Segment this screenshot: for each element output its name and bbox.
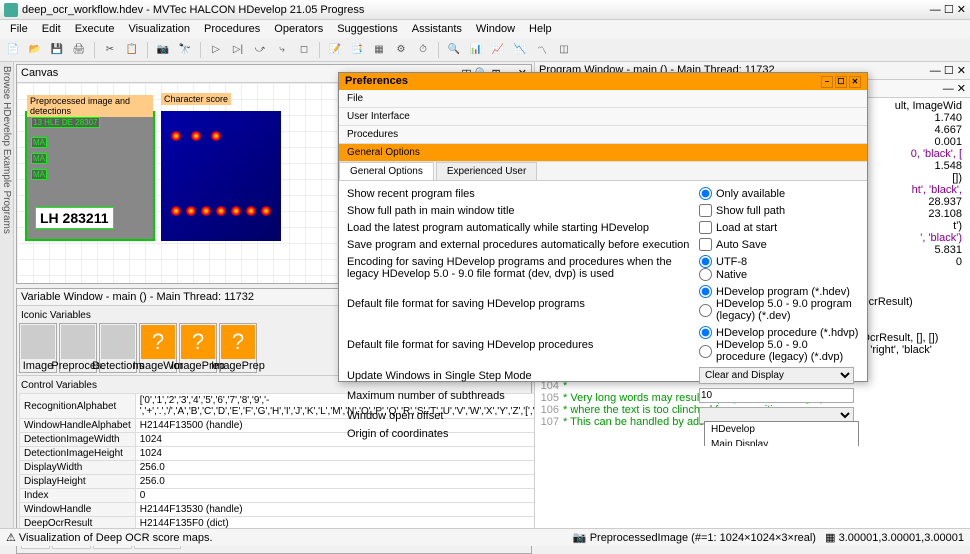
proc-icon[interactable]: ⚙ (392, 41, 410, 59)
license-plate: LH 283211 (35, 207, 114, 229)
only-available-radio[interactable] (699, 187, 712, 200)
max-icon[interactable]: ☐ (835, 76, 847, 88)
status-right: 3.00001,3.00001,3.00001 (839, 532, 964, 544)
preferences-dialog: Preferences –☐✕ File User Interface Proc… (338, 72, 868, 382)
canvas-title: Canvas (21, 67, 58, 80)
dialog-title: Preferences (345, 75, 408, 88)
close-tab[interactable]: — ✕ (943, 82, 966, 95)
prog-controls[interactable]: — ☐ ✕ (930, 64, 966, 77)
thumb-2[interactable]: Detections (99, 323, 137, 373)
chart4-icon[interactable]: 〽 (533, 41, 551, 59)
nav-proc[interactable]: Procedures (339, 126, 867, 144)
camera-icon[interactable]: 📷 (154, 41, 172, 59)
dd-hdevelop[interactable]: HDevelop (705, 422, 858, 437)
loadlast-check[interactable] (699, 221, 712, 234)
close-icon[interactable]: ✕ (849, 76, 861, 88)
table-row[interactable]: Index0 (20, 489, 606, 503)
copy-btn[interactable]: 📋 (123, 41, 141, 59)
preprocessed-image[interactable]: Preprocessed image and detections 13 HLE… (25, 111, 155, 241)
stop-btn[interactable]: ◻ (295, 41, 313, 59)
hdev-radio[interactable] (699, 285, 712, 298)
pixel-icon[interactable]: ◫ (555, 41, 573, 59)
menu-visualization[interactable]: Visualization (122, 22, 196, 36)
list-icon[interactable]: 📑 (348, 41, 366, 59)
tab-general[interactable]: General Options (339, 162, 434, 180)
table-row[interactable]: DisplayHeight256.0 (20, 475, 606, 489)
autosave-check[interactable] (699, 238, 712, 251)
min-icon[interactable]: – (821, 76, 833, 88)
step-over-btn[interactable]: ⤻ (251, 41, 269, 59)
score-image[interactable]: Character score (161, 111, 281, 241)
step-btn[interactable]: ▷| (229, 41, 247, 59)
table-row[interactable]: WindowHandleH2144F13530 (handle) (20, 503, 606, 517)
status-left: Visualization of Deep OCR score maps. (19, 532, 213, 544)
timer-icon[interactable]: ⏱ (414, 41, 432, 59)
menu-procedures[interactable]: Procedures (198, 22, 266, 36)
dd-maindisplay[interactable]: Main Display (705, 437, 858, 446)
window-controls[interactable]: — ☐ ✕ (930, 3, 966, 16)
step-into-btn[interactable]: ⤷ (273, 41, 291, 59)
table-row[interactable]: DisplayWidth256.0 (20, 461, 606, 475)
maxsub-input[interactable] (699, 388, 854, 403)
tab-experienced[interactable]: Experienced User (436, 162, 537, 180)
menu-window[interactable]: Window (470, 22, 521, 36)
menu-help[interactable]: Help (523, 22, 558, 36)
dialog-titlebar[interactable]: Preferences –☐✕ (339, 73, 867, 90)
grid-icon[interactable]: ▦ (370, 41, 388, 59)
toolbar: 📄 📂 💾 🖨 ✂ 📋 📷 🔭 ▷ ▷| ⤻ ⤷ ◻ 📝 📑 ▦ ⚙ ⏱ 🔍 📊… (0, 38, 970, 62)
binoculars-icon[interactable]: 🔭 (176, 41, 194, 59)
dialog-content: Show recent program filesOnly available … (339, 181, 867, 446)
cut-btn[interactable]: ✂ (101, 41, 119, 59)
menu-execute[interactable]: Execute (69, 22, 121, 36)
menu-assistants[interactable]: Assistants (406, 22, 468, 36)
update-select[interactable]: Clear and Display (699, 367, 854, 384)
winoff-dropdown: HDevelop Main Display Screen Of HDevelop (704, 421, 859, 446)
dvp-radio[interactable] (699, 345, 712, 358)
menu-edit[interactable]: Edit (36, 22, 67, 36)
table-row[interactable]: DetectionImageHeight1024 (20, 447, 606, 461)
doc-icon[interactable]: 📝 (326, 41, 344, 59)
run-btn[interactable]: ▷ (207, 41, 225, 59)
nav-general[interactable]: General Options (339, 144, 867, 162)
hdvp-radio[interactable] (699, 326, 712, 339)
chart1-icon[interactable]: 📊 (467, 41, 485, 59)
save-btn[interactable]: 💾 (48, 41, 66, 59)
fullpath-check[interactable] (699, 204, 712, 217)
chart2-icon[interactable]: 📈 (489, 41, 507, 59)
zoom-icon[interactable]: 🔍 (445, 41, 463, 59)
menu-suggestions[interactable]: Suggestions (331, 22, 404, 36)
thumb-5[interactable]: ?ImagePrep (219, 323, 257, 373)
menu-operators[interactable]: Operators (268, 22, 329, 36)
open-btn[interactable]: 📂 (26, 41, 44, 59)
utf8-radio[interactable] (699, 255, 712, 268)
status-mid: PreprocessedImage (#=1: 1024×1024×3×real… (590, 532, 816, 544)
side-tab[interactable]: Browse HDevelop Example Programs (0, 62, 14, 528)
window-title: deep_ocr_workflow.hdev - MVTec HALCON HD… (22, 4, 364, 16)
title-bar: deep_ocr_workflow.hdev - MVTec HALCON HD… (0, 0, 970, 20)
status-bar: ⚠ Visualization of Deep OCR score maps. … (0, 528, 970, 546)
new-btn[interactable]: 📄 (4, 41, 22, 59)
menu-bar: FileEditExecuteVisualizationProceduresOp… (0, 20, 970, 38)
native-radio[interactable] (699, 268, 712, 281)
dev-radio[interactable] (699, 304, 712, 317)
menu-file[interactable]: File (4, 22, 34, 36)
nav-file[interactable]: File (339, 90, 867, 108)
chart3-icon[interactable]: 📉 (511, 41, 529, 59)
print-btn[interactable]: 🖨 (70, 41, 88, 59)
nav-ui[interactable]: User Interface (339, 108, 867, 126)
app-icon (4, 3, 18, 17)
